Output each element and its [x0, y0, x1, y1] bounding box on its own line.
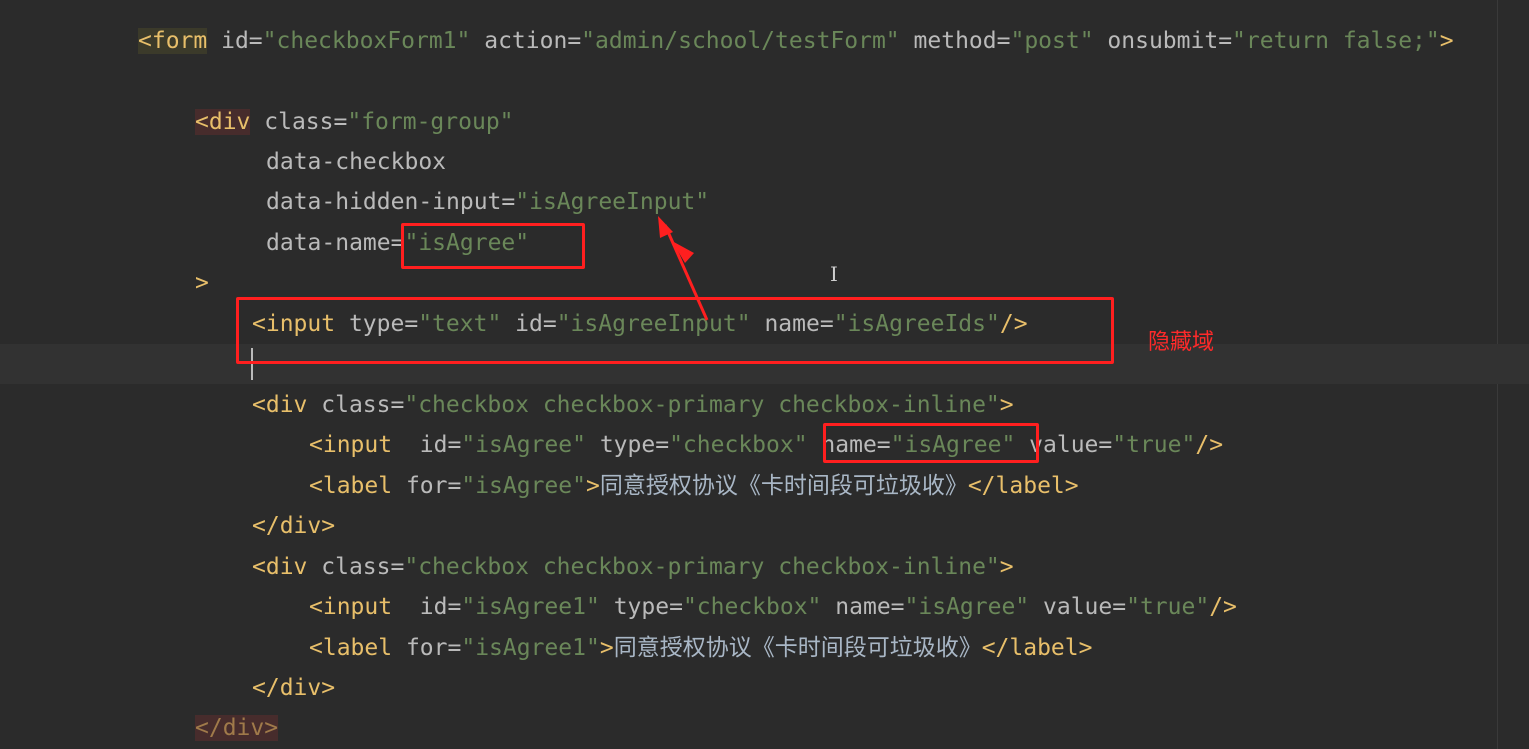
value-type: "checkbox": [669, 432, 808, 458]
attr-type: type=: [613, 594, 683, 620]
value-onsubmit: "return false;": [1232, 28, 1440, 54]
ibeam-cursor-icon: I: [830, 262, 838, 286]
tag-div-close: </div>: [252, 513, 336, 539]
tag-input-open: <input: [309, 594, 393, 620]
code-line-4[interactable]: data-hidden-input="isAgreeInput": [266, 182, 709, 222]
value-value: "true": [1126, 594, 1210, 620]
attr-action: action=: [484, 28, 582, 54]
tag-form-open: <form: [138, 28, 208, 54]
attr-class: class=: [321, 554, 405, 580]
tag-div-close-bracket: >: [195, 270, 209, 296]
attr-onsubmit: onsubmit=: [1107, 28, 1233, 54]
value-for: "isAgree": [461, 473, 586, 499]
tag-form-close-bracket: >: [1439, 28, 1454, 54]
code-line-15[interactable]: </div>: [252, 668, 335, 708]
code-line-8[interactable]: <div class="checkbox checkbox-primary ch…: [252, 385, 1014, 425]
tag-div-open: <div: [195, 109, 251, 135]
tag-div-open: <div: [252, 554, 308, 580]
tag-label-close: </label>: [981, 635, 1093, 661]
tag-div-open: <div: [252, 392, 308, 418]
attr-for: for=: [405, 635, 462, 661]
value-class: "checkbox checkbox-primary checkbox-inli…: [404, 392, 1000, 418]
value-id: "isAgree": [461, 432, 586, 458]
attr-id: id=: [419, 432, 462, 458]
attr-class: class=: [321, 392, 405, 418]
code-line-14[interactable]: <label for="isAgree1">同意授权协议《卡时间段可垃圾收》</…: [309, 628, 1092, 668]
value-class: "form-group": [347, 109, 514, 135]
code-line-11[interactable]: </div>: [252, 506, 335, 546]
tag-close-bracket: >: [585, 473, 600, 499]
attr-type: type=: [599, 432, 670, 458]
tag-input-self-close: />: [1195, 432, 1224, 458]
tag-input-open: <input: [309, 432, 393, 458]
tag-close-bracket: >: [999, 554, 1014, 580]
code-editor[interactable]: <form id="checkboxForm1" action="admin/s…: [0, 0, 1529, 749]
tag-close-bracket: >: [599, 635, 614, 661]
code-line-16[interactable]: </div>: [195, 708, 279, 748]
label-text: 同意授权协议《卡时间段可垃圾收》: [613, 635, 982, 661]
attr-data-checkbox: data-checkbox: [266, 149, 447, 175]
value-data-hidden-input: "isAgreeInput": [515, 189, 710, 215]
code-line-6[interactable]: >: [195, 263, 209, 303]
value-value: "true": [1112, 432, 1196, 458]
attr-name: name=: [835, 594, 905, 620]
attr-value: value=: [1043, 594, 1127, 620]
value-name: "isAgree": [904, 594, 1030, 620]
code-line-10[interactable]: <label for="isAgree">同意授权协议《卡时间段可垃圾收》</l…: [309, 466, 1079, 506]
value-id: "isAgree1": [461, 594, 600, 620]
value-method: "post": [1010, 28, 1094, 54]
attr-id: id=: [419, 594, 462, 620]
value-action: "admin/school/testForm": [581, 28, 900, 54]
value-id: "checkboxForm1": [262, 28, 471, 54]
tag-close-bracket: >: [999, 392, 1014, 418]
code-line-2[interactable]: <div class="form-group": [195, 102, 514, 142]
code-line-13[interactable]: <input id="isAgree1" type="checkbox" nam…: [309, 587, 1237, 627]
attr-value: value=: [1029, 432, 1113, 458]
value-for: "isAgree1": [461, 635, 600, 661]
annotation-box-hidden-input: [236, 297, 1114, 364]
tag-input-self-close: />: [1209, 594, 1237, 620]
attr-class: class=: [264, 109, 348, 135]
annotation-note: 隐藏域: [1148, 330, 1215, 355]
annotation-box-data-name: [401, 223, 585, 269]
attr-method: method=: [913, 28, 1011, 54]
tag-div-close: </div>: [195, 715, 279, 741]
code-line-1[interactable]: <form id="checkboxForm1" action="admin/s…: [138, 21, 1454, 61]
value-class: "checkbox checkbox-primary checkbox-inli…: [404, 554, 1000, 580]
attr-data-name: data-name=: [266, 230, 405, 256]
tag-label-open: <label: [309, 473, 393, 499]
arrow-mid-head: [672, 241, 694, 263]
attr-id: id=: [221, 28, 263, 54]
attr-for: for=: [405, 473, 462, 499]
attr-data-hidden-input: data-hidden-input=: [266, 189, 516, 215]
tag-div-close: </div>: [252, 675, 336, 701]
annotation-box-name-attr: [823, 423, 1039, 463]
code-line-3[interactable]: data-checkbox: [266, 142, 446, 182]
tag-label-open: <label: [309, 635, 393, 661]
value-type: "checkbox": [682, 594, 822, 620]
code-line-12[interactable]: <div class="checkbox checkbox-primary ch…: [252, 547, 1014, 587]
code-line-9[interactable]: <input id="isAgree" type="checkbox" name…: [309, 425, 1223, 465]
label-text: 同意授权协议《卡时间段可垃圾收》: [599, 473, 968, 499]
tag-label-close: </label>: [967, 473, 1079, 499]
